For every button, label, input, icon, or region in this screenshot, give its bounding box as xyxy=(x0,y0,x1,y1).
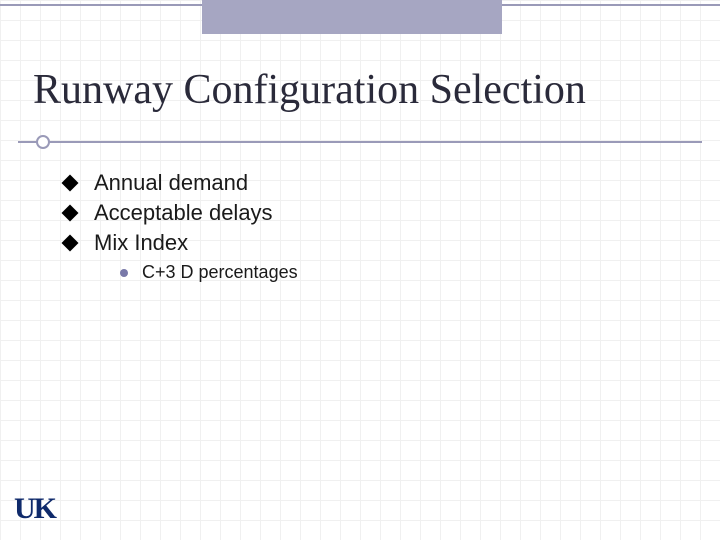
uk-logo: UK xyxy=(14,492,55,526)
sub-list-item: C+3 D percentages xyxy=(120,262,298,283)
dot-bullet-icon xyxy=(120,269,128,277)
list-item-label: Annual demand xyxy=(94,170,248,196)
title-underline xyxy=(18,141,702,143)
top-accent-block xyxy=(202,0,502,34)
diamond-bullet-icon xyxy=(62,205,79,222)
diamond-bullet-icon xyxy=(62,175,79,192)
diamond-bullet-icon xyxy=(62,235,79,252)
list-item: Acceptable delays xyxy=(64,200,298,226)
list-item: Mix Index xyxy=(64,230,298,256)
sub-list: C+3 D percentages xyxy=(120,262,298,283)
slide-title: Runway Configuration Selection xyxy=(33,66,586,114)
sub-list-item-label: C+3 D percentages xyxy=(142,262,298,283)
bullet-list: Annual demand Acceptable delays Mix Inde… xyxy=(64,170,298,283)
list-item: Annual demand xyxy=(64,170,298,196)
list-item-label: Mix Index xyxy=(94,230,188,256)
list-item-label: Acceptable delays xyxy=(94,200,273,226)
